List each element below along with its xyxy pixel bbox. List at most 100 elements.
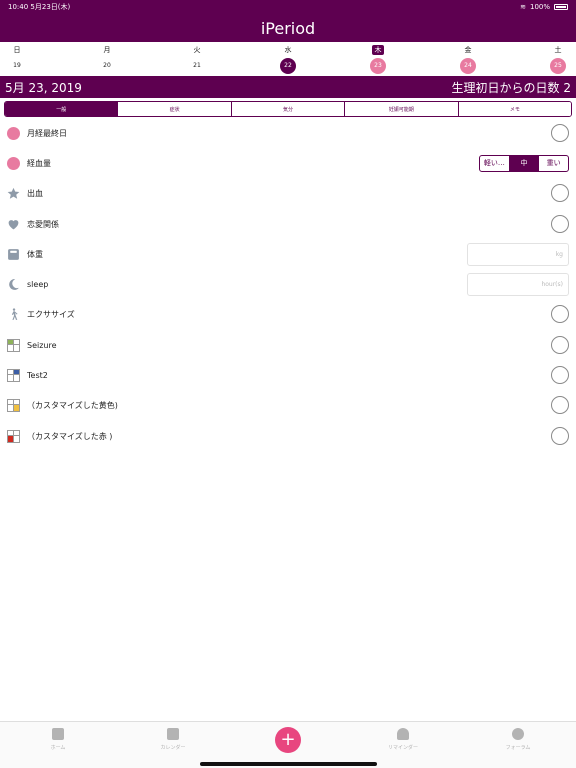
custom-yellow-icon [7,398,20,412]
custom-green-icon [7,338,20,352]
test2-checkbox[interactable] [551,366,569,384]
flow-medium-option[interactable]: 中 [508,155,539,171]
segment-mood[interactable]: 気分 [230,102,345,116]
day-saturday[interactable]: 土 25 [543,42,573,76]
exercise-checkbox[interactable] [551,305,569,323]
calendar-icon [167,728,179,740]
segment-fertility[interactable]: 妊娠可能期 [344,102,458,116]
day-number: 20 [103,62,111,69]
tab-home[interactable]: ホーム [18,728,98,751]
day-of-week-label: 土 [554,46,562,54]
day-of-week-label: 金 [464,46,472,54]
row-label: 経血量 [27,158,51,168]
row-label: Test2 [27,370,48,380]
day-of-week-label-selected: 木 [372,45,384,55]
weight-input[interactable]: kg [467,242,569,266]
custom-red-icon [7,429,20,443]
segment-general[interactable]: 一般 [5,102,118,116]
day-monday[interactable]: 月 20 [92,42,122,76]
chat-bubble-icon [512,728,524,740]
day-of-week-label: 月 [103,46,111,54]
row-exercise: エクササイズ [0,299,576,329]
row-weight: 体重 kg [0,239,576,269]
add-entry-button[interactable]: + [275,727,301,753]
moon-icon [9,278,19,290]
day-sunday[interactable]: 日 19 [2,42,32,76]
walking-icon [11,307,18,320]
custom-yellow-checkbox[interactable] [551,396,569,414]
seizure-checkbox[interactable] [551,336,569,354]
row-seizure: Seizure [0,330,576,360]
day-of-week-label: 日 [13,46,21,54]
day-tuesday[interactable]: 火 21 [182,42,212,76]
row-sleep: sleep hour(s) [0,269,576,299]
row-label: sleep [27,279,49,289]
row-label: （カスタマイズした黄色) [27,400,118,410]
battery-percent: 100% [529,3,550,11]
segment-symptoms[interactable]: 症状 [117,102,231,116]
day-wednesday[interactable]: 水 22 [273,42,303,76]
bell-icon [397,728,409,740]
row-custom-red: （カスタマイズした赤 ) [0,421,576,451]
tab-forum[interactable]: フォーラム [478,728,558,751]
sleep-unit: hour(s) [541,280,563,288]
battery-icon [554,4,568,10]
tab-label: ホーム [50,745,66,751]
heart-icon [8,219,19,229]
period-dot-icon [7,126,20,140]
row-last-period: 月経最終日 [0,118,576,148]
wifi-icon: ≋ [520,3,526,11]
day-number-period: 25 [550,58,566,74]
day-of-week-label: 水 [284,46,292,54]
cycle-day-count: 生理初日からの日数 2 [451,80,571,95]
custom-red-checkbox[interactable] [551,427,569,445]
row-label: エクササイズ [27,309,75,319]
day-number-period: 24 [460,58,476,74]
category-segmented-control: 一般 症状 気分 妊娠可能期 メモ [4,101,572,117]
row-custom-yellow: （カスタマイズした黄色) [0,390,576,420]
row-test2: Test2 [0,360,576,390]
tab-reminders[interactable]: リマインダー [363,728,443,751]
flow-segmented-control: 軽い… 中 重い [479,154,569,172]
day-number-period: 23 [370,58,386,74]
last-period-checkbox[interactable] [551,124,569,142]
week-strip: 日 19 月 20 火 21 水 22 木 23 金 24 土 25 [0,42,576,76]
navigation-bar: iPeriod [0,14,576,42]
flow-dot-icon [7,156,20,170]
row-label: 月経最終日 [27,128,67,138]
scale-icon [8,248,19,260]
tab-label: リマインダー [387,745,418,751]
segment-notes[interactable]: メモ [457,102,571,116]
tab-calendar[interactable]: カレンダー [133,728,213,751]
status-bar: 10:40 5月23日(木) ≋ 100% [0,0,576,14]
star-icon [7,187,20,199]
row-spotting: 出血 [0,178,576,208]
flow-heavy-option[interactable]: 重い [538,155,568,171]
day-number: 21 [193,62,201,69]
tab-label: フォーラム [505,745,531,751]
day-friday[interactable]: 金 24 [453,42,483,76]
weight-unit: kg [555,250,563,258]
row-flow: 経血量 軽い… 中 重い [0,148,576,178]
flow-light-option[interactable]: 軽い… [480,156,509,171]
custom-blue-icon [7,368,20,382]
day-thursday[interactable]: 木 23 [363,42,393,76]
row-label: 体重 [27,249,43,259]
spotting-checkbox[interactable] [551,184,569,202]
row-intimacy: 恋愛関係 [0,209,576,239]
sleep-input[interactable]: hour(s) [467,272,569,296]
status-time: 10:40 [8,3,29,11]
selected-date: 5月 23, 2019 [5,80,82,95]
document-icon [52,728,64,740]
day-of-week-label: 火 [193,46,201,54]
day-number-today: 22 [280,58,296,74]
status-date: 5月23日(木) [30,3,71,11]
row-label: （カスタマイズした赤 ) [27,431,113,441]
date-header: 5月 23, 2019 生理初日からの日数 2 [0,76,576,98]
day-number: 19 [13,62,21,69]
tab-bar: ホーム カレンダー + リマインダー フォーラム [0,721,576,768]
home-indicator [200,762,377,766]
app-title: iPeriod [260,18,316,38]
intimacy-checkbox[interactable] [551,215,569,233]
tab-label: カレンダー [160,745,186,751]
